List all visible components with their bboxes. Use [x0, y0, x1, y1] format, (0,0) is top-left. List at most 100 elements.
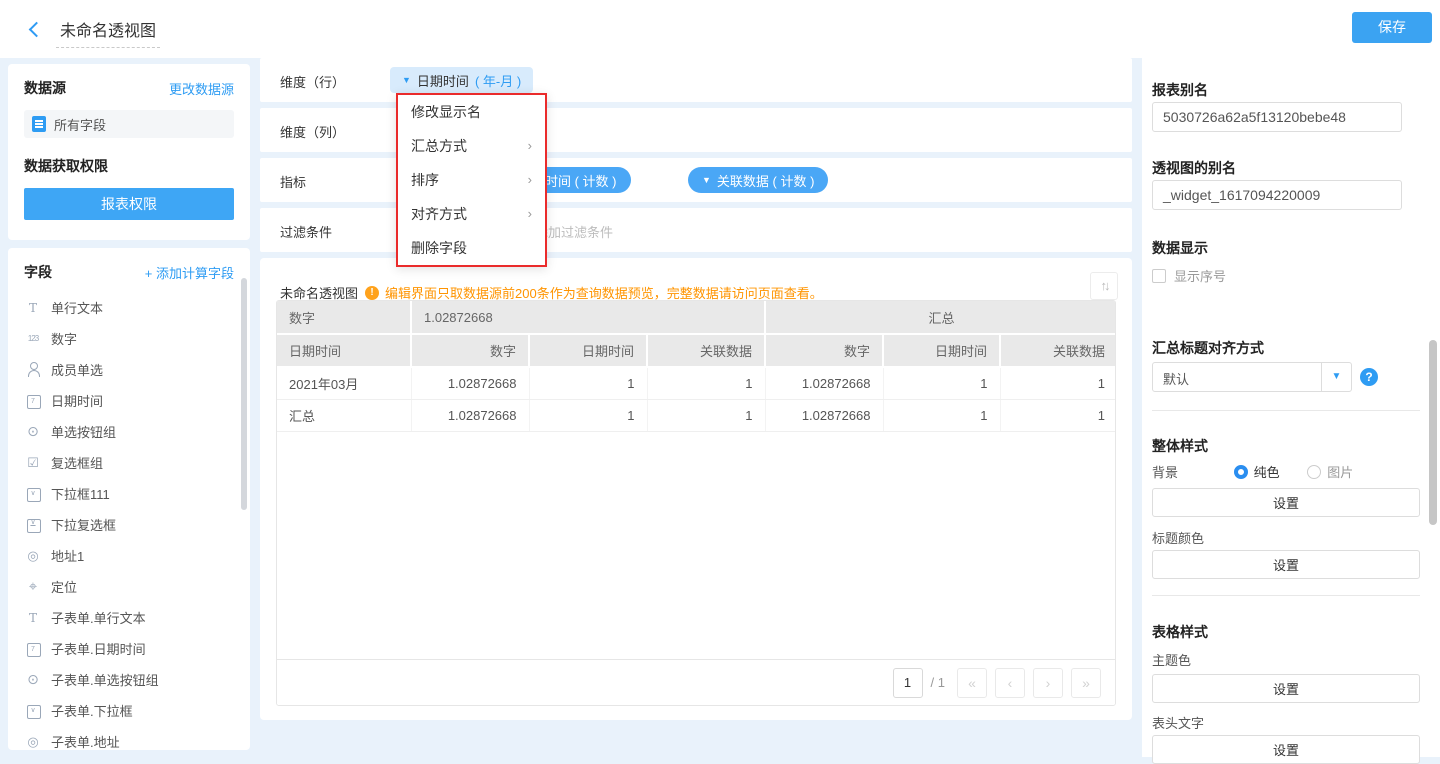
field-item[interactable]: 复选框组	[8, 447, 250, 478]
change-datasource-link[interactable]: 更改数据源	[169, 79, 234, 98]
theme-color-setting-button[interactable]: 设置	[1152, 674, 1420, 703]
calendar-icon	[24, 393, 42, 409]
chevron-right-icon: ›	[528, 197, 532, 231]
summary-align-value: 默认	[1163, 369, 1189, 388]
page-title[interactable]: 未命名透视图	[56, 17, 160, 48]
dimension-row-label: 维度（行）	[280, 72, 345, 91]
chevron-down-icon: ▼	[402, 75, 411, 85]
add-calc-field-link[interactable]: + 添加计算字段	[145, 263, 234, 282]
field-item[interactable]: 单行文本	[8, 292, 250, 323]
menu-item-sort[interactable]: 排序›	[398, 163, 545, 197]
first-page-icon[interactable]: «	[957, 668, 987, 698]
table-cell: 1	[529, 367, 647, 399]
radio-selected-icon[interactable]	[1234, 465, 1248, 479]
radio-group-icon	[24, 424, 42, 440]
summary-align-select[interactable]: 默认 ▼	[1152, 362, 1352, 392]
chevron-right-icon: ›	[528, 129, 532, 163]
column-header-cell: 关联数据	[1000, 334, 1116, 367]
group-header-row: 数字 1.02872668 汇总	[277, 301, 1116, 334]
top-bar: 未命名透视图 保存	[0, 0, 1440, 58]
field-item[interactable]: 成员单选	[8, 354, 250, 385]
table-cell: 1	[883, 399, 1000, 431]
table-cell: 1.02872668	[765, 399, 883, 431]
title-color-label: 标题颜色	[1152, 528, 1204, 547]
metric-chip-linked-data[interactable]: ▼ 关联数据 ( 计数 )	[688, 167, 828, 193]
field-item[interactable]: 子表单.单行文本	[8, 602, 250, 633]
menu-item-summary-method[interactable]: 汇总方式›	[398, 129, 545, 163]
all-fields-item[interactable]: 所有字段	[24, 110, 234, 138]
field-item[interactable]: 子表单.地址	[8, 726, 250, 750]
all-fields-label: 所有字段	[54, 115, 106, 134]
chip-field-suffix: ( 年-月 )	[475, 71, 521, 90]
page-input[interactable]: 1	[893, 668, 923, 698]
menu-item-align[interactable]: 对齐方式›	[398, 197, 545, 231]
bg-image-option[interactable]: 图片	[1307, 465, 1353, 480]
sort-icon[interactable]: ↑↓	[1090, 272, 1118, 300]
column-header-cell: 关联数据	[647, 334, 765, 367]
window-scrollbar[interactable]	[1429, 340, 1437, 525]
page-total: / 1	[931, 675, 945, 690]
field-item[interactable]: 日期时间	[8, 385, 250, 416]
background-setting-button[interactable]: 设置	[1152, 488, 1420, 517]
datasource-card: 数据源 更改数据源 所有字段 数据获取权限 报表权限	[8, 64, 250, 240]
bg-solid-option[interactable]: 纯色	[1234, 465, 1280, 480]
widget-alias-input[interactable]: _widget_1617094220009	[1152, 180, 1402, 210]
last-page-icon[interactable]: »	[1071, 668, 1101, 698]
menu-item-delete-field[interactable]: 删除字段	[398, 231, 545, 265]
filter-label: 过滤条件	[280, 222, 332, 241]
metric-label: 指标	[280, 172, 306, 191]
field-context-menu: 修改显示名 汇总方式› 排序› 对齐方式› 删除字段	[396, 93, 547, 267]
table-cell: 1	[883, 367, 1000, 399]
filter-bar: 过滤条件 添加过滤条件	[260, 208, 1132, 252]
field-item[interactable]: 子表单.日期时间	[8, 633, 250, 664]
data-permission-title: 数据获取权限	[24, 156, 234, 176]
prev-page-icon[interactable]: ‹	[995, 668, 1025, 698]
fields-scrollbar[interactable]	[241, 278, 247, 510]
field-item[interactable]: 子表单.下拉框	[8, 695, 250, 726]
field-item[interactable]: 定位	[8, 571, 250, 602]
plus-icon: +	[145, 266, 153, 281]
next-page-icon[interactable]: ›	[1033, 668, 1063, 698]
header-text-setting-button[interactable]: 设置	[1152, 735, 1420, 764]
chip-field-name: 日期时间	[417, 71, 469, 90]
table-cell: 1.02872668	[411, 367, 529, 399]
theme-color-label: 主题色	[1152, 650, 1191, 669]
show-index-checkbox[interactable]	[1152, 269, 1166, 283]
text-icon	[24, 610, 42, 626]
location-icon	[24, 734, 42, 750]
report-permission-button[interactable]: 报表权限	[24, 188, 234, 220]
report-alias-input[interactable]: 5030726a62a5f13120bebe48	[1152, 102, 1402, 132]
chevron-right-icon: ›	[528, 163, 532, 197]
table-cell: 1	[529, 399, 647, 431]
field-item[interactable]: 数字	[8, 323, 250, 354]
field-item[interactable]: 子表单.单选按钮组	[8, 664, 250, 695]
field-item[interactable]: 下拉复选框	[8, 509, 250, 540]
column-header-cell: 日期时间	[529, 334, 647, 367]
field-list: 单行文本 数字 成员单选 日期时间 单选按钮组 复选框组 下拉框111 下拉复选…	[8, 292, 250, 750]
back-icon[interactable]	[26, 21, 44, 39]
help-icon[interactable]: ?	[1360, 368, 1378, 386]
field-item[interactable]: 下拉框111	[8, 478, 250, 509]
field-item[interactable]: 单选按钮组	[8, 416, 250, 447]
dimension-row-chip[interactable]: ▼ 日期时间 ( 年-月 )	[390, 67, 533, 93]
radio-unselected-icon[interactable]	[1307, 465, 1321, 479]
datasource-title: 数据源	[24, 78, 66, 98]
dimension-col-bar: 维度（列）	[260, 108, 1132, 152]
title-color-setting-button[interactable]: 设置	[1152, 550, 1420, 579]
menu-item-rename[interactable]: 修改显示名	[398, 95, 545, 129]
data-display-title: 数据显示	[1152, 238, 1208, 258]
dropdown-multi-icon	[24, 517, 42, 533]
show-index-option[interactable]: 显示序号	[1152, 266, 1226, 285]
table-cell: 1	[1000, 399, 1116, 431]
fields-title: 字段	[24, 262, 52, 282]
field-item[interactable]: 地址1	[8, 540, 250, 571]
calendar-icon	[24, 641, 42, 657]
table-cell: 1.02872668	[765, 367, 883, 399]
report-alias-title: 报表别名	[1152, 80, 1208, 100]
header-text-label: 表头文字	[1152, 713, 1204, 732]
column-header-cell: 数字	[765, 334, 883, 367]
chevron-down-icon: ▼	[702, 175, 711, 185]
background-option-row: 背景 纯色 图片	[1152, 462, 1420, 481]
save-button[interactable]: 保存	[1352, 12, 1432, 43]
overall-style-title: 整体样式	[1152, 436, 1208, 456]
